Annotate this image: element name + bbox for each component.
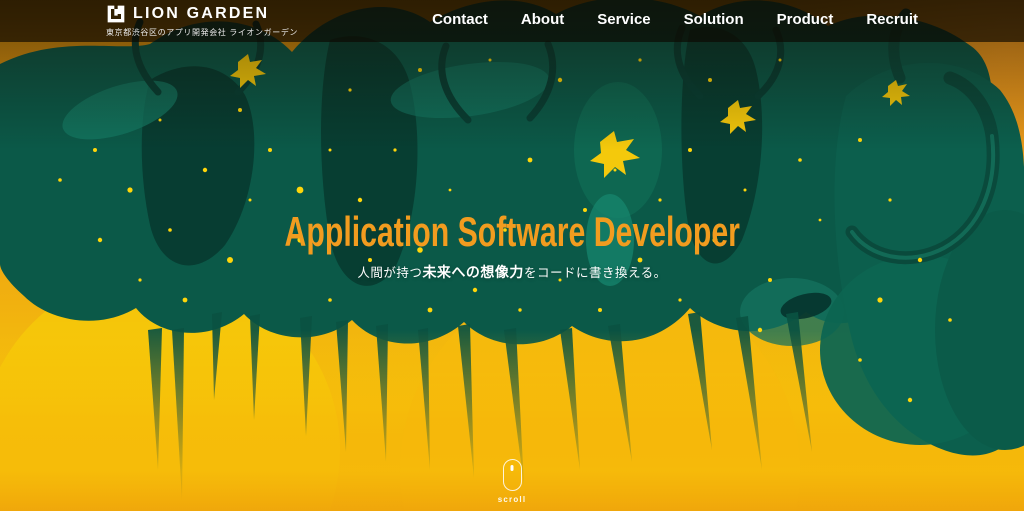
hero-subtitle-suffix: をコードに書き換える。 — [524, 266, 667, 280]
nav-item-product[interactable]: Product — [777, 11, 834, 28]
nav-item-solution[interactable]: Solution — [684, 11, 744, 28]
logo-name: LION GARDEN — [133, 4, 269, 24]
hero-title: Application Software Developer — [284, 211, 739, 253]
hero-subtitle-emphasis: 未来への想像力 — [422, 264, 524, 280]
nav-item-service[interactable]: Service — [597, 11, 650, 28]
nav-item-recruit[interactable]: Recruit — [866, 11, 918, 28]
nav-item-contact[interactable]: Contact — [432, 11, 488, 28]
scroll-indicator: scroll — [477, 459, 547, 504]
scroll-label: scroll — [477, 495, 547, 504]
hero-subtitle-prefix: 人間が持つ — [357, 266, 422, 280]
main-nav: Contact About Service Solution Product R… — [432, 4, 918, 34]
mouse-wheel-dot — [511, 465, 514, 471]
hero-section: Application Software Developer 人間が持つ未来への… — [0, 211, 1024, 282]
nav-item-about[interactable]: About — [521, 11, 564, 28]
logo[interactable]: LION GARDEN 東京都渋谷区のアプリ開発会社 ライオンガーデン — [106, 4, 298, 38]
hero-subtitle: 人間が持つ未来への想像力をコードに書き換える。 — [0, 262, 1024, 282]
site-header: LION GARDEN 東京都渋谷区のアプリ開発会社 ライオンガーデン Cont… — [0, 0, 1024, 42]
lion-garden-logo-icon — [106, 4, 126, 24]
mouse-icon — [503, 459, 522, 491]
landing-page: LION GARDEN 東京都渋谷区のアプリ開発会社 ライオンガーデン Cont… — [0, 0, 1024, 511]
logo-tagline: 東京都渋谷区のアプリ開発会社 ライオンガーデン — [106, 27, 298, 38]
